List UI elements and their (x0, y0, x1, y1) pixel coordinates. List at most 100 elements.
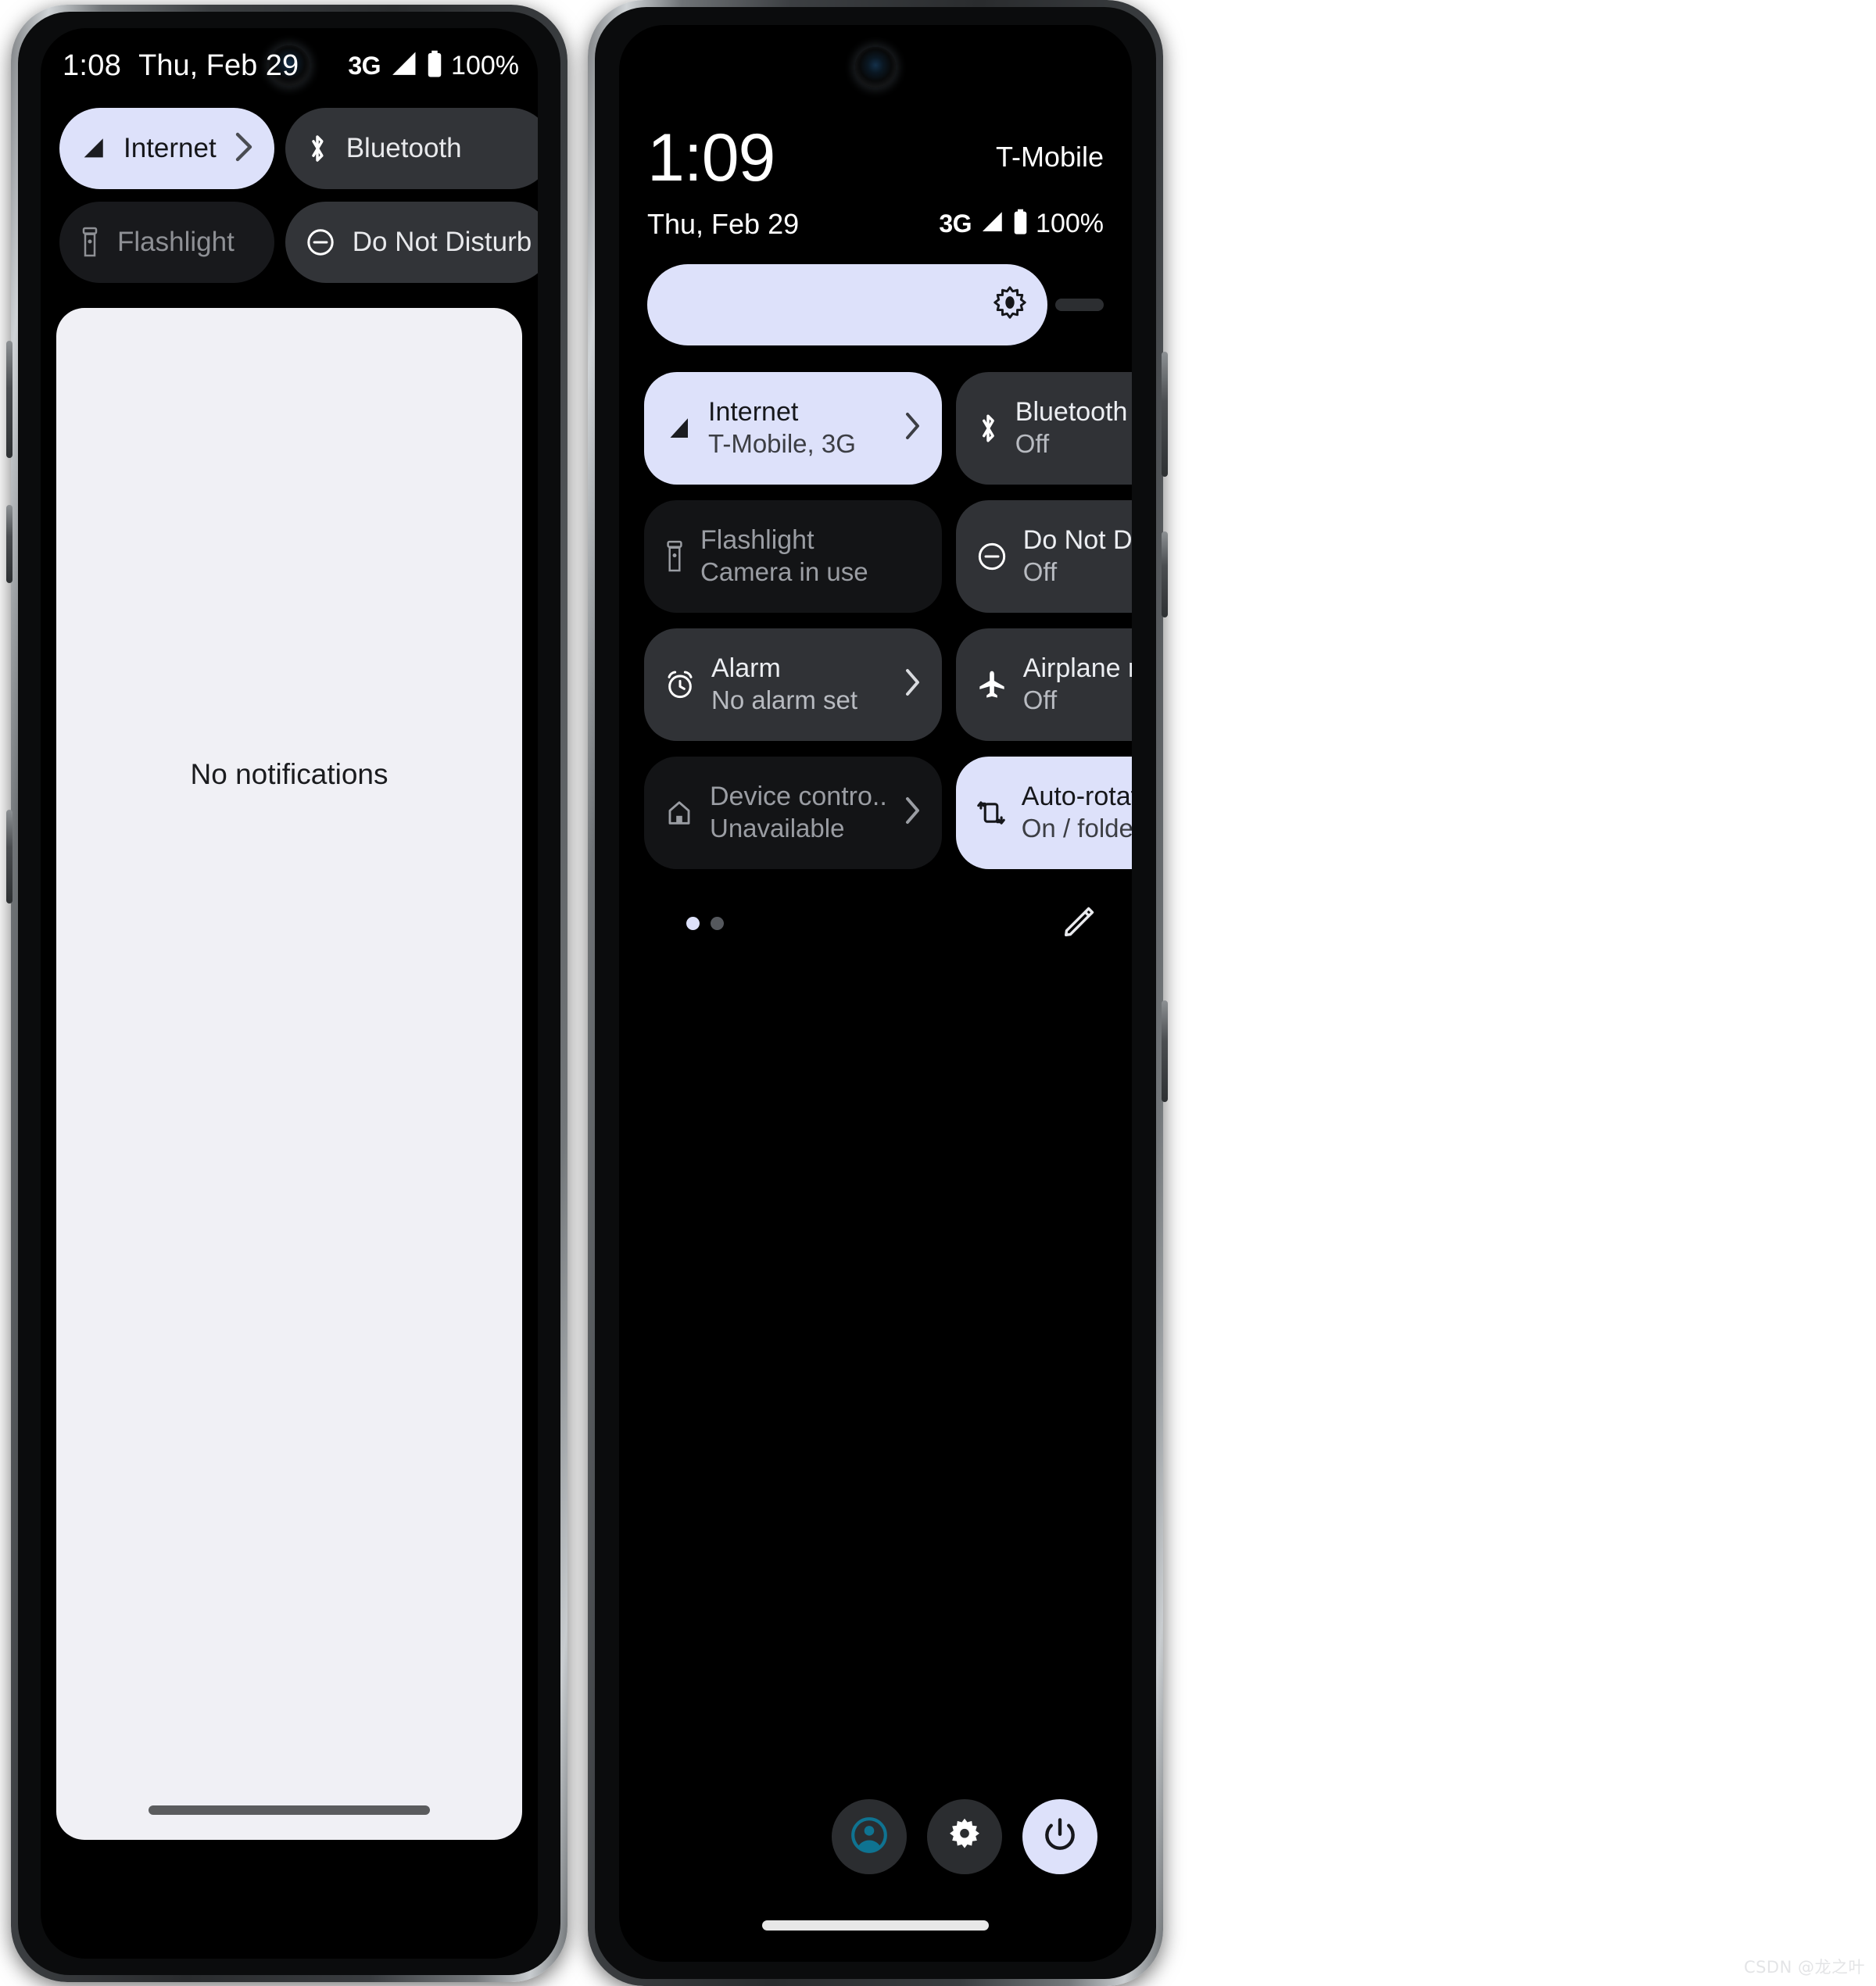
left-phone-device: 1:08 Thu, Feb 29 3G 100% Internet Blueto… (6, 5, 567, 1982)
tile-alarm-subtitle: No alarm set (711, 685, 858, 715)
tile-auto-rotate[interactable]: Auto-rotate On / folded (955, 756, 1132, 869)
qs-header-bottom-row: Thu, Feb 29 3G 100% (647, 208, 1104, 241)
user-avatar-icon (849, 1815, 890, 1859)
left-phone-side-button-2[interactable] (6, 505, 13, 583)
tile-bluetooth[interactable]: Bluetooth (285, 108, 538, 189)
brightness-slider-fill[interactable] (647, 263, 1047, 345)
gear-icon (945, 1816, 984, 1859)
watermark: CSDN @龙之叶 (1743, 1958, 1865, 1977)
tile-internet[interactable]: Internet T-Mobile, 3G (644, 371, 942, 485)
tile-bluetooth[interactable]: Bluetooth Off (955, 371, 1132, 485)
autorotate-icon (976, 796, 1006, 829)
qs-bottom-actions (619, 1799, 1132, 1874)
qs-carrier-label: T-Mobile (995, 141, 1104, 173)
tile-internet-subtitle: T-Mobile, 3G (708, 429, 856, 459)
chevron-right-icon[interactable] (234, 131, 254, 166)
flashlight-icon (80, 227, 100, 258)
tile-flashlight-text: Flashlight Camera in use (700, 524, 868, 589)
camera-punch-hole-icon (855, 47, 896, 88)
signal-icon (664, 415, 693, 442)
tile-do-not-disturb[interactable]: Do Not Disturb (285, 202, 538, 283)
tile-dnd-text: Do Not Disturb Off (1023, 524, 1132, 589)
notification-panel: No notifications (56, 308, 522, 1840)
left-phone-screen: 1:08 Thu, Feb 29 3G 100% Internet Blueto… (41, 28, 538, 1959)
brightness-icon (993, 285, 1027, 324)
battery-icon (1012, 209, 1029, 239)
tile-internet-label: Internet (124, 133, 217, 163)
status-date: Thu, Feb 29 (138, 48, 299, 82)
user-switcher-button[interactable] (832, 1799, 907, 1874)
settings-button[interactable] (927, 1799, 1002, 1874)
tile-airplane-text: Airplane mode Off (1023, 653, 1132, 717)
tile-flashlight[interactable]: Flashlight Camera in use (644, 499, 942, 613)
tile-device-controls-subtitle: Unavailable (710, 814, 845, 843)
edit-tiles-button[interactable] (1062, 904, 1097, 943)
right-phone-side-button-2[interactable] (1162, 531, 1168, 617)
tile-auto-rotate-subtitle: On / folded (1021, 814, 1132, 843)
tile-alarm-text: Alarm No alarm set (711, 653, 857, 717)
tile-airplane-mode[interactable]: Airplane mode Off (955, 628, 1132, 741)
status-bar-left: 1:08 Thu, Feb 29 (63, 49, 299, 83)
qs-header-top-row: 1:09 T-Mobile (647, 124, 1104, 191)
quick-settings-footer (653, 902, 1097, 946)
left-status-bar: 1:08 Thu, Feb 29 3G 100% (41, 28, 538, 103)
tile-flashlight-title: Flashlight (700, 524, 814, 555)
tile-flashlight[interactable]: Flashlight (59, 202, 274, 283)
brightness-slider-track-remainder[interactable] (1055, 298, 1104, 311)
tile-do-not-disturb[interactable]: Do Not Disturb Off (955, 499, 1132, 613)
dnd-icon (976, 541, 1008, 572)
tile-flashlight-subtitle: Camera in use (700, 557, 868, 587)
tile-bluetooth-text: Bluetooth Off (1015, 396, 1128, 460)
battery-percent-label: 100% (1036, 209, 1104, 239)
tile-auto-rotate-text: Auto-rotate On / folded (1022, 781, 1132, 845)
qs-clock[interactable]: 1:09 (647, 124, 775, 191)
tile-alarm-title: Alarm (711, 653, 781, 683)
power-button[interactable] (1022, 1799, 1097, 1874)
tile-bluetooth-subtitle: Off (1015, 429, 1050, 459)
page-dot-1[interactable] (686, 917, 700, 931)
left-phone-side-button[interactable] (6, 341, 13, 458)
status-time: 1:08 (63, 48, 122, 82)
qs-date: Thu, Feb 29 (647, 207, 800, 240)
home-icon (664, 798, 694, 828)
right-status-bar (619, 25, 1132, 100)
page-indicator[interactable] (686, 917, 724, 931)
battery-icon (426, 50, 443, 82)
right-phone-screen: 1:09 T-Mobile Thu, Feb 29 3G 100% Intern… (619, 25, 1132, 1962)
home-indicator[interactable] (149, 1805, 430, 1815)
tile-dnd-title: Do Not Disturb (1022, 524, 1132, 555)
tile-device-controls[interactable]: Device contro.. Unavailable (644, 756, 942, 869)
right-phone-device: 1:09 T-Mobile Thu, Feb 29 3G 100% Intern… (588, 0, 1168, 1986)
quick-settings-grid: Internet T-Mobile, 3G Bluetooth Off Flas… (644, 371, 1132, 869)
chevron-right-icon[interactable] (903, 410, 922, 446)
tile-internet[interactable]: Internet (59, 108, 274, 189)
left-quick-settings-row: Internet Bluetooth Flashlight Do Not Dis… (41, 103, 538, 283)
bluetooth-icon (306, 133, 329, 164)
network-type-label: 3G (348, 51, 381, 80)
qs-header: 1:09 T-Mobile Thu, Feb 29 3G 100% (619, 100, 1132, 241)
tile-bluetooth-title: Bluetooth (1015, 396, 1128, 427)
tile-device-controls-title: Device contro.. (710, 781, 887, 811)
right-phone-side-button[interactable] (1162, 352, 1168, 477)
tile-airplane-title: Airplane mode (1022, 653, 1132, 683)
chevron-right-icon[interactable] (903, 667, 922, 702)
screenshot-stage: 1:08 Thu, Feb 29 3G 100% Internet Blueto… (0, 0, 1876, 1986)
page-dot-2[interactable] (711, 917, 724, 931)
signal-icon (80, 136, 106, 161)
left-phone-side-button-3[interactable] (6, 810, 13, 904)
tile-dnd-subtitle: Off (1022, 557, 1058, 587)
network-type-label: 3G (939, 209, 972, 238)
tile-alarm[interactable]: Alarm No alarm set (644, 628, 942, 741)
brightness-slider[interactable] (647, 263, 1104, 345)
home-indicator[interactable] (762, 1920, 989, 1931)
right-phone-side-button-3[interactable] (1162, 1000, 1168, 1102)
battery-percent-label: 100% (451, 50, 519, 81)
tile-internet-title: Internet (708, 396, 799, 427)
chevron-right-icon[interactable] (903, 795, 922, 830)
no-notifications-text: No notifications (190, 758, 388, 790)
tile-bluetooth-label: Bluetooth (345, 133, 462, 163)
flashlight-icon (664, 540, 685, 573)
bluetooth-icon (976, 412, 1000, 445)
dnd-icon (306, 227, 335, 257)
status-bar-right: 3G 100% (348, 50, 519, 82)
